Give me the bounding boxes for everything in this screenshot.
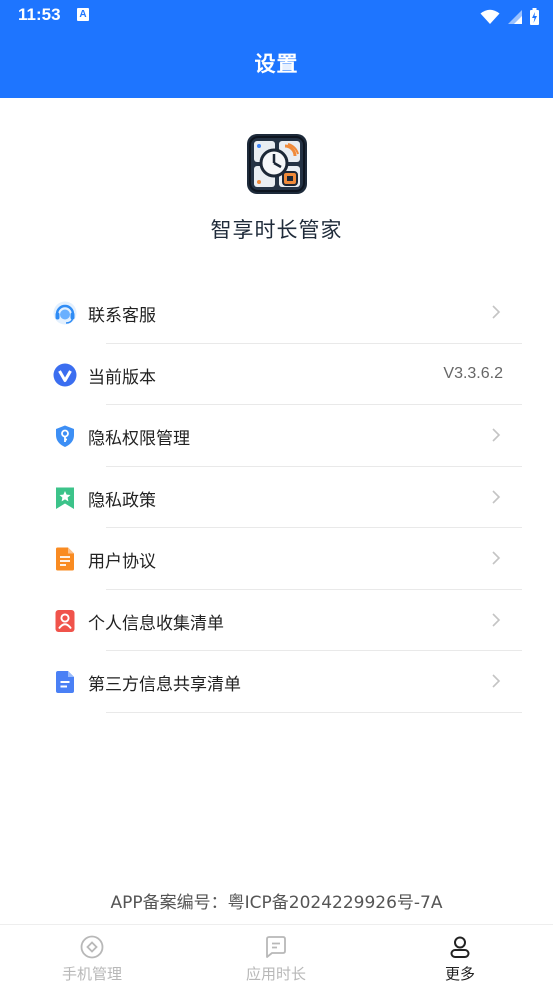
menu-item-label: 当前版本 [88, 367, 156, 388]
menu-item-label: 个人信息收集清单 [88, 613, 224, 634]
compass-circle-icon [80, 935, 104, 959]
v-logo-icon [53, 363, 77, 386]
chat-note-icon [266, 936, 286, 958]
tab-label: 手机管理 [61, 965, 122, 983]
wifi-icon [480, 9, 500, 24]
icp-record-text: APP备案编号：粤ICP备2024229926号-7A [110, 893, 443, 913]
chevron-right-icon [492, 551, 501, 565]
divider [106, 711, 522, 713]
menu-item-label: 联系客服 [88, 306, 156, 326]
menu-item-user-agreement[interactable]: 用户协议 [0, 528, 553, 590]
menu-item-label: 第三方信息共享清单 [88, 675, 241, 695]
header-bar: 11:53 A 设置 [0, 0, 553, 98]
chevron-right-icon [492, 674, 501, 688]
battery-icon [530, 8, 539, 25]
menu-item-label: 隐私政策 [88, 490, 156, 511]
app-logo [247, 134, 307, 194]
tab-label: 应用时长 [245, 965, 306, 983]
chevron-right-icon [492, 612, 501, 627]
person-card-icon [55, 609, 75, 632]
bookmark-star-icon [56, 487, 74, 509]
bottom-tab-bar: 手机管理 应用时长 更多 [0, 924, 553, 985]
menu-item-personal-info-list[interactable]: 个人信息收集清单 [0, 590, 553, 651]
tab-label: 更多 [444, 965, 475, 983]
user-icon [450, 936, 470, 958]
version-value: V3.3.6.2 [443, 364, 503, 382]
status-bar: 11:53 A [0, 0, 553, 32]
menu-item-label: 隐私权限管理 [88, 429, 190, 449]
menu-item-privacy-policy[interactable]: 隐私政策 [0, 467, 553, 528]
tab-phone-management[interactable]: 手机管理 [0, 925, 184, 985]
chevron-right-icon [492, 428, 501, 442]
menu-item-current-version[interactable]: 当前版本 V3.3.6.2 [0, 344, 553, 405]
shield-key-icon [56, 425, 74, 447]
settings-menu: 联系客服 当前版本 V3.3.6.2 隐私权限管理 隐私政策 用户协议 个人信息… [0, 282, 553, 713]
chevron-right-icon [492, 305, 501, 319]
menu-item-contact-support[interactable]: 联系客服 [0, 282, 553, 344]
menu-item-privacy-permissions[interactable]: 隐私权限管理 [0, 405, 553, 467]
page-title: 设置 [254, 52, 299, 76]
signal-icon [507, 9, 522, 24]
menu-item-third-party-sharing-list[interactable]: 第三方信息共享清单 [0, 651, 553, 713]
notification-icon: A [77, 8, 89, 21]
app-name: 智享时长管家 [210, 218, 343, 242]
file-list-icon [56, 671, 74, 693]
tab-more[interactable]: 更多 [368, 925, 552, 985]
status-time: 11:53 [18, 5, 61, 24]
tab-app-usage-time[interactable]: 应用时长 [184, 925, 368, 985]
chevron-right-icon [492, 489, 501, 504]
menu-item-label: 用户协议 [88, 552, 156, 572]
clock-logo-icon [249, 136, 305, 192]
status-icons [477, 6, 539, 26]
headset-icon [53, 301, 77, 325]
document-icon [56, 547, 74, 571]
